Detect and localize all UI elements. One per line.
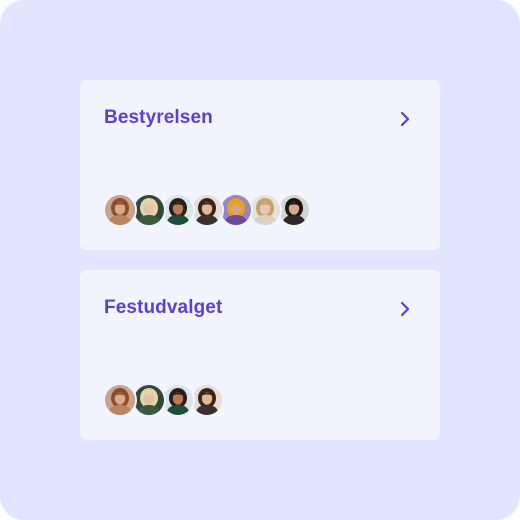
group-title: Festudvalget [104, 297, 223, 318]
avatar[interactable] [132, 383, 166, 417]
avatar[interactable] [190, 383, 224, 417]
avatar[interactable] [103, 193, 137, 227]
background-panel: Bestyrelsen Festudvalget [0, 0, 520, 520]
avatar[interactable] [219, 193, 253, 227]
member-avatar-group [103, 193, 311, 227]
avatar[interactable] [161, 383, 195, 417]
avatar[interactable] [190, 193, 224, 227]
group-title: Bestyrelsen [104, 107, 213, 128]
avatar[interactable] [277, 193, 311, 227]
avatar[interactable] [132, 193, 166, 227]
avatar[interactable] [103, 383, 137, 417]
avatar[interactable] [161, 193, 195, 227]
group-card-bestyrelsen[interactable]: Bestyrelsen [80, 80, 440, 250]
chevron-right-icon[interactable] [398, 301, 412, 317]
avatar[interactable] [248, 193, 282, 227]
member-avatar-group [103, 383, 224, 417]
chevron-right-icon[interactable] [398, 111, 412, 127]
group-card-festudvalget[interactable]: Festudvalget [80, 270, 440, 440]
